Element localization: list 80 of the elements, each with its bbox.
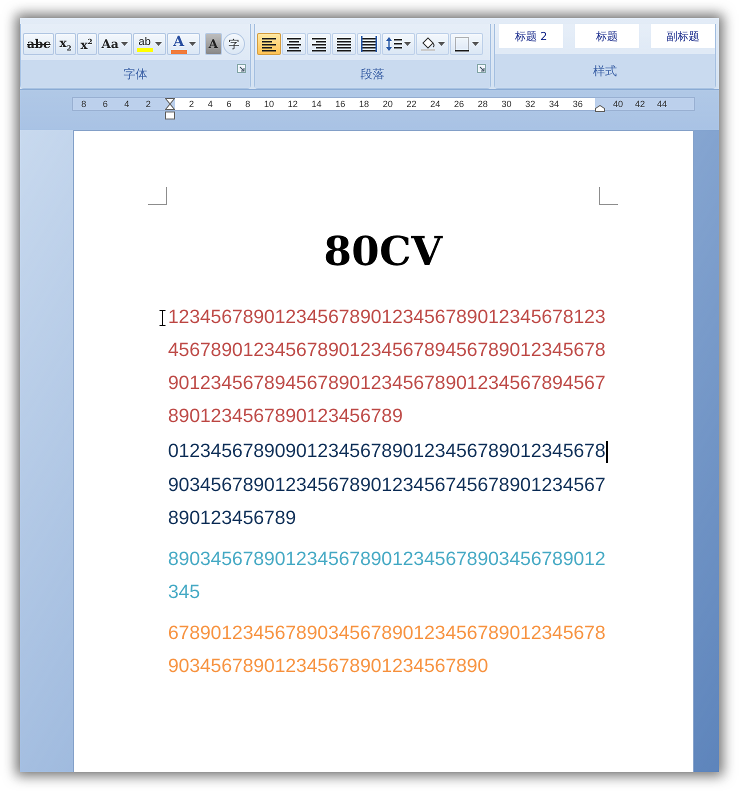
toolbar-button[interactable] (416, 33, 449, 55)
align-center-icon (286, 36, 302, 52)
text-line: 89034567890123456789012345678903456789012 (168, 548, 606, 572)
toolbar-button[interactable] (332, 33, 356, 55)
ruler-number: 24 (430, 99, 440, 109)
caret-icon (120, 42, 128, 46)
text-line: 90345678901234567890123456745678901234567 (168, 474, 606, 498)
align-left-icon (260, 36, 277, 52)
text-line: 67890123456789034567890123456789012345678 (168, 622, 606, 646)
ruler-number: 16 (335, 99, 346, 109)
dialog-launcher-icon (236, 64, 246, 73)
ruler-number: 2 (189, 99, 194, 109)
ruler-number: 42 (635, 99, 646, 109)
ruler-number: 22 (406, 99, 417, 109)
format-button[interactable]: 字 (222, 33, 245, 55)
ruler-number: 20 (382, 99, 393, 109)
text-line: 8901234567890123456789 (168, 405, 403, 429)
caret-icon (154, 42, 162, 46)
ruler-number: 34 (549, 99, 560, 109)
toolbar-button[interactable] (450, 33, 483, 55)
ruler-number: 36 (572, 99, 583, 109)
toolbar-button[interactable] (382, 33, 415, 55)
indent-marker-icon[interactable] (165, 98, 175, 120)
ruler-number: 28 (478, 99, 488, 109)
dialog-launcher-icon (477, 64, 486, 73)
group-label: 样式 (593, 62, 617, 80)
format-button[interactable]: Aa (98, 33, 132, 55)
ruler-number: 4 (124, 99, 130, 109)
ruler-number: 10 (264, 99, 274, 109)
toolbar-button[interactable] (256, 33, 281, 55)
caret-icon (404, 42, 411, 46)
format-button[interactable]: A (204, 33, 222, 55)
style-option[interactable]: 副标题 (651, 24, 715, 48)
caret-icon (438, 42, 445, 46)
ruler-number: 8 (245, 99, 250, 109)
text-line: 90123456789456789012345678901234567894567 (168, 372, 606, 396)
toolbar-button[interactable] (356, 33, 381, 55)
toolbar-button[interactable] (306, 33, 331, 55)
text-line: 12345678901234567890123456789012345678123 (168, 306, 606, 330)
format-button[interactable]: x$^{2}$ (76, 33, 97, 55)
text-line: 903456789012345678901234567890 (168, 655, 488, 679)
format-button[interactable]: abc (23, 33, 54, 55)
toolbar-button[interactable] (282, 33, 306, 55)
ruler-number: 30 (502, 99, 512, 109)
ruler-number: 26 (454, 99, 464, 109)
border-icon (454, 36, 470, 52)
ruler-number: 32 (525, 99, 536, 109)
line-spacing-icon (386, 36, 402, 52)
caret-icon (472, 42, 479, 46)
format-button[interactable]: ab (132, 33, 166, 55)
crop-mark (599, 187, 618, 205)
ruler-number: 2 (146, 99, 151, 109)
crop-mark (148, 187, 167, 205)
text-line: 45678901234567890123456789456789012345678 (168, 339, 606, 363)
indent-marker-icon[interactable] (595, 104, 605, 112)
text-line: 345 (168, 581, 200, 605)
format-button[interactable]: x$_{2}$ (55, 33, 76, 55)
distribute-icon (360, 36, 377, 52)
ruler-number: 4 (208, 99, 213, 109)
group-label: 段落 (360, 66, 384, 82)
format-button[interactable]: A (166, 33, 200, 55)
caret-icon (188, 42, 196, 46)
text-line: 01234567890901234567890123456789012345678 (168, 441, 608, 463)
document-title: 80CV (322, 228, 444, 275)
group-label: 字体 (123, 66, 148, 82)
style-option[interactable]: 标题 (575, 24, 639, 48)
align-right-icon (310, 36, 327, 52)
ruler-number: 12 (288, 99, 298, 109)
ruler-number: 14 (312, 99, 322, 109)
ruler-number: 44 (657, 99, 668, 109)
ruler-number: 6 (102, 99, 108, 109)
ruler-number: 40 (613, 99, 624, 109)
ruler-number: 6 (226, 99, 232, 109)
ruler-number: 18 (359, 99, 370, 109)
justify-icon (336, 36, 352, 52)
paint-bucket-icon (420, 36, 436, 52)
style-option[interactable]: 标题 2 (499, 24, 563, 48)
text-line: 890123456789 (168, 507, 296, 531)
text-cursor-icon (159, 310, 166, 326)
ruler-number: 8 (81, 99, 86, 109)
